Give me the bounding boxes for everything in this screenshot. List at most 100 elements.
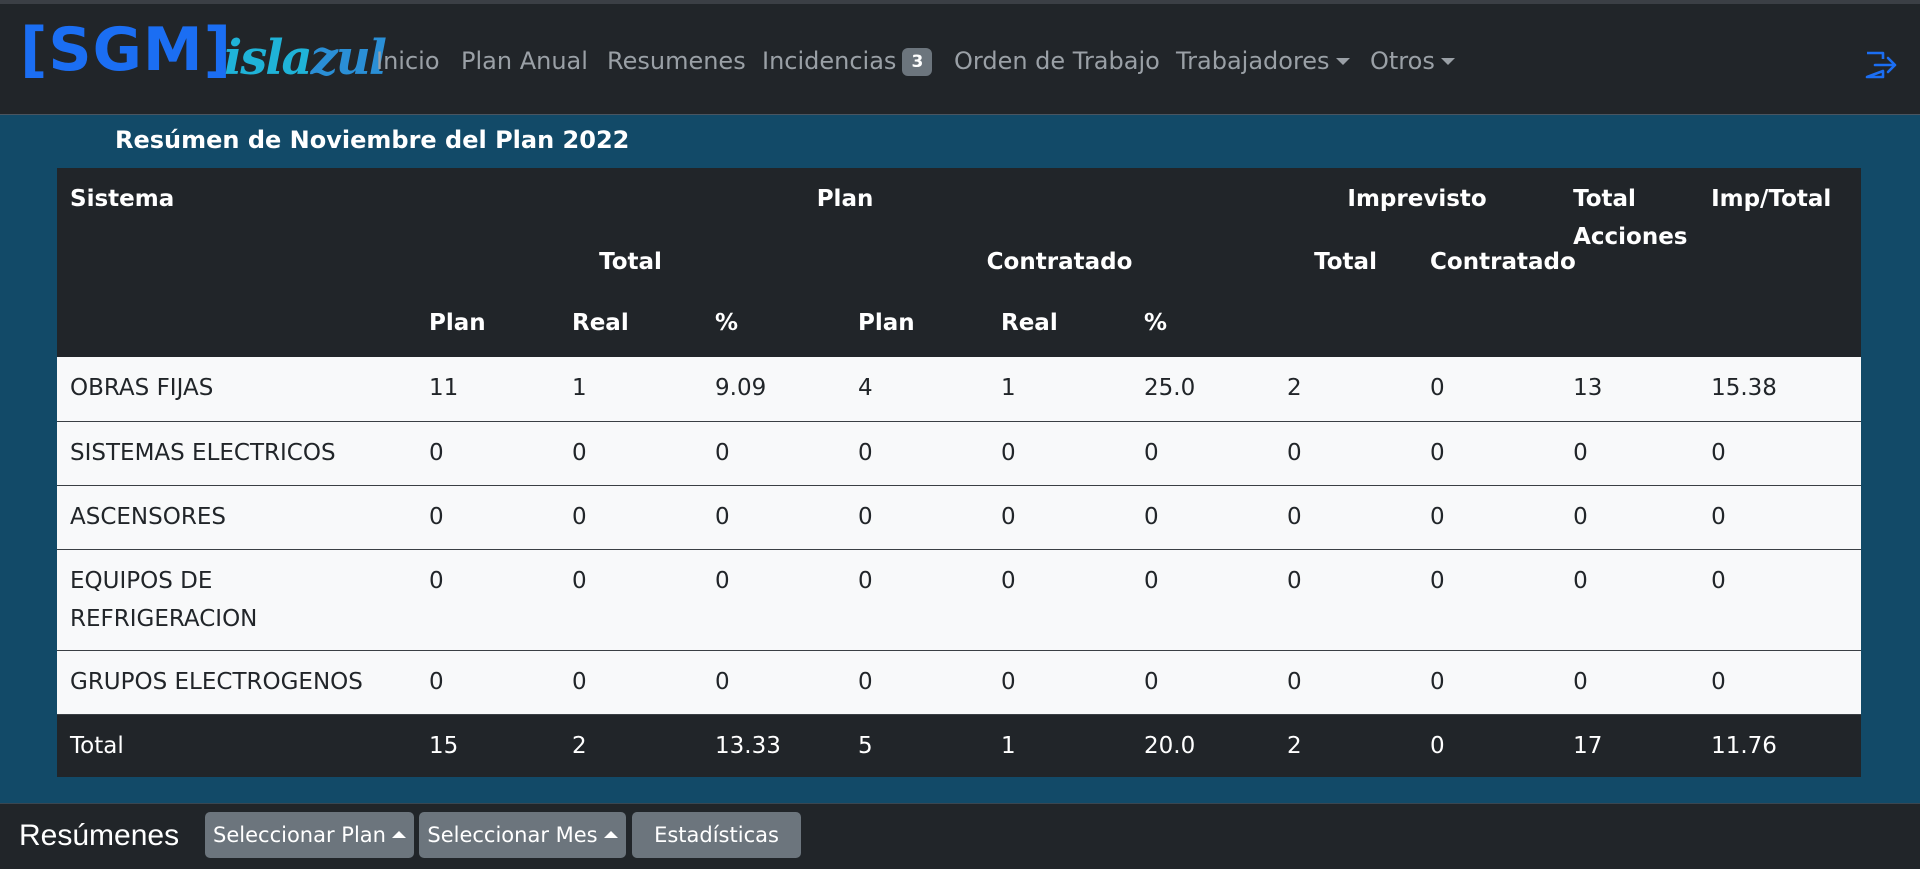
table-row: ASCENSORES 0 0 0 0 0 0 0 0 0 0 [57, 485, 1862, 550]
cell: 0 [702, 650, 845, 715]
select-plan-label: Seleccionar Plan [213, 823, 386, 847]
cell: 0 [1131, 485, 1275, 550]
caret-down-icon [1335, 58, 1350, 65]
cell: 0 [1560, 650, 1699, 715]
total-cell: 5 [845, 714, 988, 777]
cell: 0 [416, 549, 559, 651]
cell: 0 [845, 549, 988, 651]
header-empty [1560, 294, 1699, 357]
total-cell: 13.33 [702, 714, 845, 777]
cell: 0 [1417, 549, 1561, 651]
header-imprevisto-contratado: Contratado [1417, 231, 1576, 294]
cell: 0 [1417, 357, 1561, 422]
summary-table: Sistema Plan Imprevisto Total Acciones I… [57, 168, 1862, 777]
nav-otros-dropdown[interactable]: Otros [1370, 46, 1455, 76]
cell: 0 [1274, 421, 1418, 486]
total-row: Total 15 2 13.33 5 1 20.0 2 0 17 11.76 [57, 714, 1862, 777]
header-imprevisto-total: Total [1274, 231, 1418, 294]
header-imprevisto: Imprevisto [1274, 168, 1561, 231]
footer-title: Resúmenes [19, 819, 180, 852]
nav-resumenes[interactable]: Resumenes [607, 46, 746, 76]
cell: 0 [1698, 421, 1862, 486]
cell: 0 [988, 421, 1131, 486]
total-label: Total [57, 714, 416, 777]
total-cell: 11.76 [1698, 714, 1862, 777]
cell: 0 [559, 549, 702, 651]
total-cell: 0 [1417, 714, 1561, 777]
header-plan-contratado: Contratado [845, 231, 1275, 294]
cell: 4 [845, 357, 988, 422]
nav-incidencias[interactable]: Incidencias 3 [762, 46, 933, 76]
select-month-label: Seleccionar Mes [427, 823, 598, 847]
cell-sistema: OBRAS FIJAS [57, 357, 416, 422]
page-title: Resúmen de Noviembre del Plan 2022 [115, 126, 630, 154]
header-total-acciones: Total Acciones [1560, 168, 1699, 294]
header-contratado-plan: Plan [845, 294, 988, 357]
nav-incidencias-label: Incidencias [762, 47, 897, 75]
cell: 0 [1274, 549, 1418, 651]
header-empty [1274, 294, 1418, 357]
cell: 25.0 [1131, 357, 1275, 422]
select-plan-button[interactable]: Seleccionar Plan [205, 812, 414, 858]
cell: 0 [1417, 485, 1561, 550]
nav-plan-anual[interactable]: Plan Anual [461, 46, 588, 76]
total-cell: 20.0 [1131, 714, 1275, 777]
cell: 0 [702, 485, 845, 550]
nav-otros-label: Otros [1370, 47, 1435, 75]
caret-up-icon [391, 831, 406, 838]
cell: 0 [559, 421, 702, 486]
header-total-plan: Plan [416, 294, 559, 357]
cell: 0 [1274, 485, 1418, 550]
brand-logo[interactable]: [SGM] [20, 20, 232, 80]
cell: 0 [702, 549, 845, 651]
cell: 0 [988, 485, 1131, 550]
logout-icon[interactable] [1864, 50, 1898, 80]
caret-up-icon [603, 831, 618, 838]
cell-sistema: SISTEMAS ELECTRICOS [57, 421, 416, 486]
table-row: GRUPOS ELECTROGENOS 0 0 0 0 0 0 0 0 0 0 [57, 650, 1862, 715]
cell: 0 [845, 485, 988, 550]
cell-sistema: GRUPOS ELECTROGENOS [57, 650, 416, 715]
cell: 0 [1417, 650, 1561, 715]
total-cell: 1 [988, 714, 1131, 777]
cell: 0 [416, 485, 559, 550]
header-contratado-real: Real [988, 294, 1131, 357]
cell: 0 [1131, 549, 1275, 651]
header-imp-total: Imp/Total [1698, 168, 1862, 294]
cell-sistema: EQUIPOS DE REFRIGERACION [57, 549, 416, 651]
total-cell: 17 [1560, 714, 1699, 777]
nav-orden-de-trabajo[interactable]: Orden de Trabajo [954, 46, 1160, 76]
cell: 0 [559, 485, 702, 550]
select-month-button[interactable]: Seleccionar Mes [419, 812, 626, 858]
cell: 13 [1560, 357, 1699, 422]
cell: 0 [1560, 485, 1699, 550]
table-row: OBRAS FIJAS 11 1 9.09 4 1 25.0 2 0 13 15… [57, 357, 1862, 422]
statistics-button[interactable]: Estadísticas [632, 812, 801, 858]
cell-sistema: ASCENSORES [57, 485, 416, 550]
total-cell: 2 [1274, 714, 1418, 777]
cell: 1 [559, 357, 702, 422]
cell: 0 [416, 421, 559, 486]
nav-trabajadores-dropdown[interactable]: Trabajadores [1176, 46, 1350, 76]
cell: 0 [1698, 485, 1862, 550]
cell: 15.38 [1698, 357, 1862, 422]
cell: 2 [1274, 357, 1418, 422]
navbar: [SGM] islazul Inicio Plan Anual Resumene… [0, 4, 1920, 115]
cell: 0 [988, 549, 1131, 651]
header-plan: Plan [416, 168, 1275, 231]
cell: 0 [1698, 650, 1862, 715]
nav-trabajadores-label: Trabajadores [1176, 47, 1330, 75]
table-row: SISTEMAS ELECTRICOS 0 0 0 0 0 0 0 0 0 0 [57, 421, 1862, 486]
islazul-logo: islazul [224, 30, 387, 86]
cell: 0 [845, 421, 988, 486]
header-sistema: Sistema [57, 168, 416, 231]
cell: 11 [416, 357, 559, 422]
header-empty [1698, 294, 1862, 357]
total-cell: 15 [416, 714, 559, 777]
caret-down-icon [1440, 58, 1455, 65]
header-empty [1417, 294, 1561, 357]
cell: 0 [1698, 549, 1862, 651]
nav-inicio[interactable]: Inicio [376, 46, 440, 76]
cell: 0 [1131, 421, 1275, 486]
cell: 0 [1417, 421, 1561, 486]
